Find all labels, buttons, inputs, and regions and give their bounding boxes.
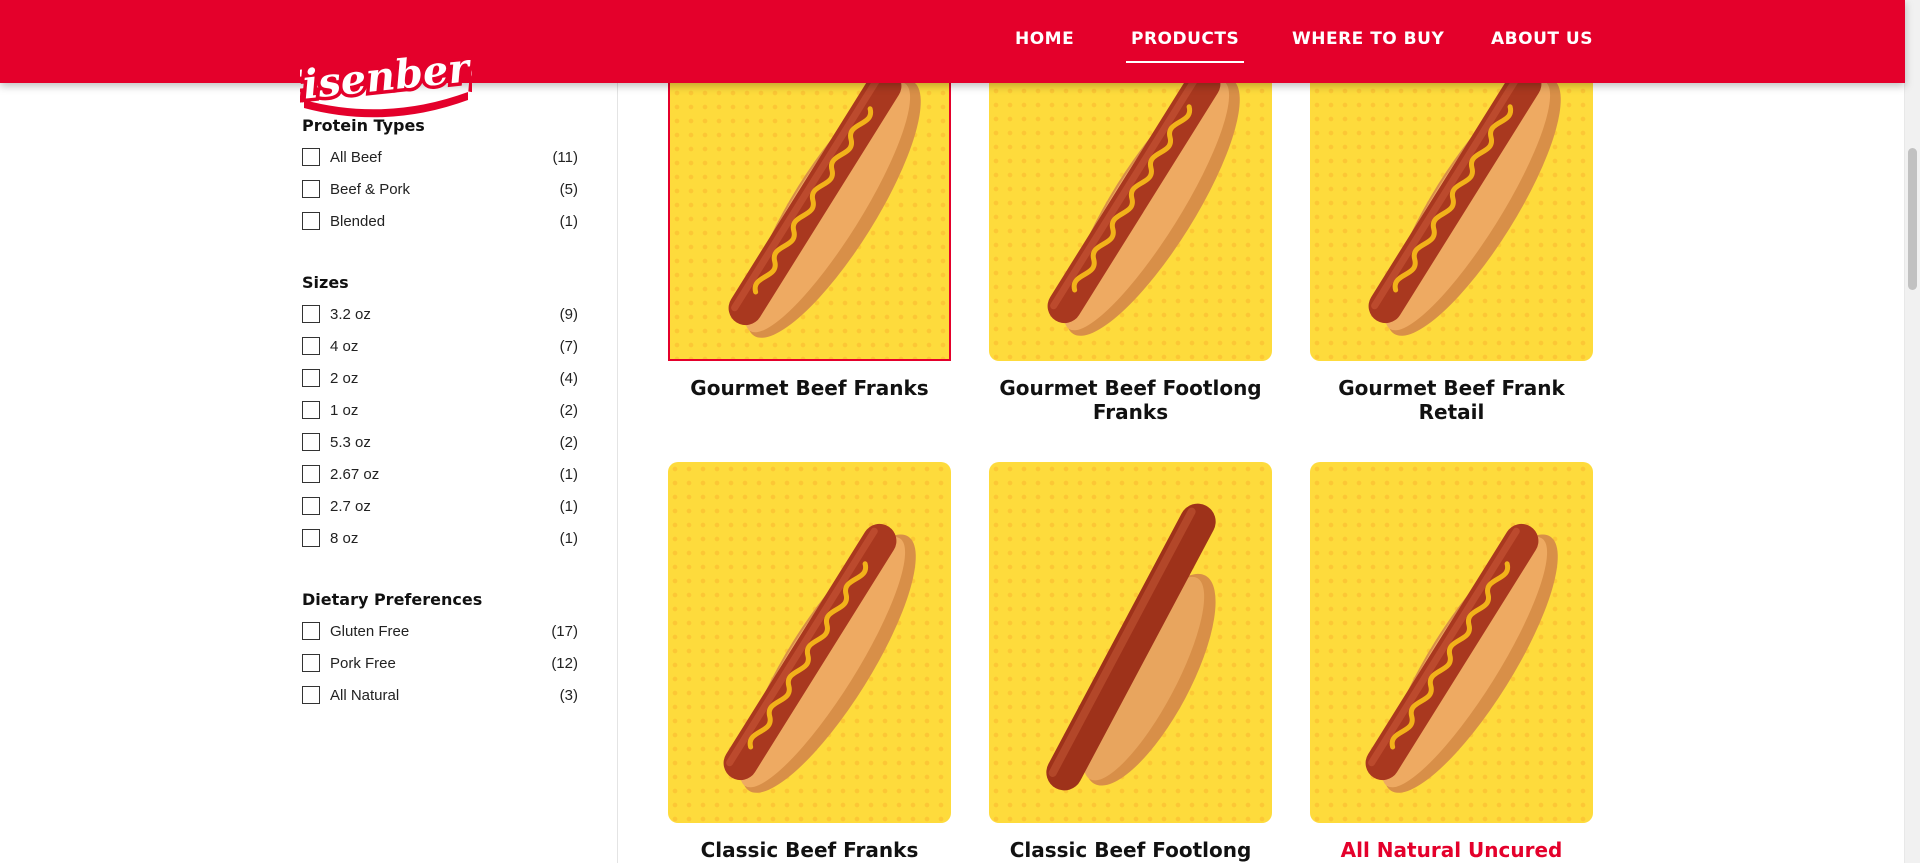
filter-label: All Beef (330, 149, 382, 166)
checkbox-icon[interactable] (302, 465, 320, 483)
checkbox-icon[interactable] (302, 212, 320, 230)
filter-label: 1 oz (330, 402, 359, 419)
filter-count: (2) (559, 402, 578, 419)
filter-count: (3) (559, 687, 578, 704)
filter-label: 2 oz (330, 370, 359, 387)
filter-label: 8 oz (330, 530, 359, 547)
filter-label: Gluten Free (330, 623, 410, 640)
filter-label: 2.7 oz (330, 498, 371, 515)
filter-option-blended[interactable]: Blended (1) (302, 212, 578, 234)
checkbox-icon[interactable] (302, 622, 320, 640)
checkbox-icon[interactable] (302, 369, 320, 387)
eisenberg-logo-icon: Eisenberg (266, 38, 503, 118)
checkbox-icon[interactable] (302, 305, 320, 323)
main-nav: HOME PRODUCTS WHERE TO BUY ABOUT US (0, 0, 1905, 83)
checkbox-icon[interactable] (302, 401, 320, 419)
filter-count: (1) (559, 530, 578, 547)
filter-count: (1) (559, 498, 578, 515)
hotdog-icon (723, 523, 916, 793)
nav-home[interactable]: HOME (1015, 29, 1074, 49)
filter-count: (12) (551, 655, 578, 672)
product-name[interactable]: Classic Beef Franks (668, 838, 951, 862)
filter-option-pork-free[interactable]: Pork Free (12) (302, 654, 578, 676)
filter-count: (5) (559, 181, 578, 198)
nav-products[interactable]: PRODUCTS (1125, 29, 1245, 63)
checkbox-icon[interactable] (302, 180, 320, 198)
filter-label: 5.3 oz (330, 434, 371, 451)
filter-count: (2) (559, 434, 578, 451)
nav-where-to-buy[interactable]: WHERE TO BUY (1292, 29, 1444, 49)
filter-option-2-7-oz[interactable]: 2.7 oz (1) (302, 497, 578, 519)
filter-option-all-beef[interactable]: All Beef (11) (302, 148, 578, 170)
hotdog-icon (1365, 523, 1558, 793)
page-scrollbar[interactable] (1904, 0, 1920, 863)
filter-option-gluten-free[interactable]: Gluten Free (17) (302, 622, 578, 644)
hotdog-icon (1046, 503, 1216, 791)
filter-label: Beef & Pork (330, 181, 411, 198)
filter-option-5-3-oz[interactable]: 5.3 oz (2) (302, 433, 578, 455)
filter-option-8-oz[interactable]: 8 oz (1) (302, 529, 578, 551)
filter-count: (1) (559, 213, 578, 230)
filter-label: Blended (330, 213, 386, 230)
checkbox-icon[interactable] (302, 654, 320, 672)
filter-label: All Natural (330, 687, 400, 704)
checkbox-icon[interactable] (302, 433, 320, 451)
product-name[interactable]: All Natural Uncured (1310, 838, 1593, 862)
filter-option-all-natural[interactable]: All Natural (3) (302, 686, 578, 708)
scrollbar-thumb[interactable] (1908, 148, 1917, 290)
filter-count: (4) (559, 370, 578, 387)
product-name[interactable]: Gourmet Beef Frank Retail (1310, 376, 1593, 424)
filter-label: 4 oz (330, 338, 359, 355)
filter-option-3-2-oz[interactable]: 3.2 oz (9) (302, 305, 578, 327)
filter-count: (9) (559, 306, 578, 323)
brand-logo[interactable]: Eisenberg (266, 38, 503, 122)
checkbox-icon[interactable] (302, 337, 320, 355)
checkbox-icon[interactable] (302, 497, 320, 515)
product-name[interactable]: Gourmet Beef Footlong Franks (989, 376, 1272, 424)
checkbox-icon[interactable] (302, 686, 320, 704)
filter-option-2-67-oz[interactable]: 2.67 oz (1) (302, 465, 578, 487)
filter-count: (17) (551, 623, 578, 640)
filter-label: 2.67 oz (330, 466, 380, 483)
site-header: HOME PRODUCTS WHERE TO BUY ABOUT US (0, 0, 1905, 83)
checkbox-icon[interactable] (302, 148, 320, 166)
filter-option-1-oz[interactable]: 1 oz (2) (302, 401, 578, 423)
filter-option-4-oz[interactable]: 4 oz (7) (302, 337, 578, 359)
product-image[interactable] (1310, 462, 1593, 823)
filter-option-2-oz[interactable]: 2 oz (4) (302, 369, 578, 391)
filter-label: 3.2 oz (330, 306, 371, 323)
product-name[interactable]: Gourmet Beef Franks (668, 376, 951, 400)
product-image[interactable] (668, 462, 951, 823)
filter-option-beef-pork[interactable]: Beef & Pork (5) (302, 180, 578, 202)
checkbox-icon[interactable] (302, 529, 320, 547)
product-image[interactable] (989, 462, 1272, 823)
sizes-heading: Sizes (302, 273, 349, 292)
filter-count: (1) (559, 466, 578, 483)
product-name[interactable]: Classic Beef Footlong (989, 838, 1272, 862)
nav-about-us[interactable]: ABOUT US (1491, 29, 1593, 49)
filter-label: Pork Free (330, 655, 396, 672)
filter-count: (11) (552, 149, 578, 166)
content-divider (617, 83, 618, 863)
filter-count: (7) (559, 338, 578, 355)
dietary-preferences-heading: Dietary Preferences (302, 590, 483, 609)
